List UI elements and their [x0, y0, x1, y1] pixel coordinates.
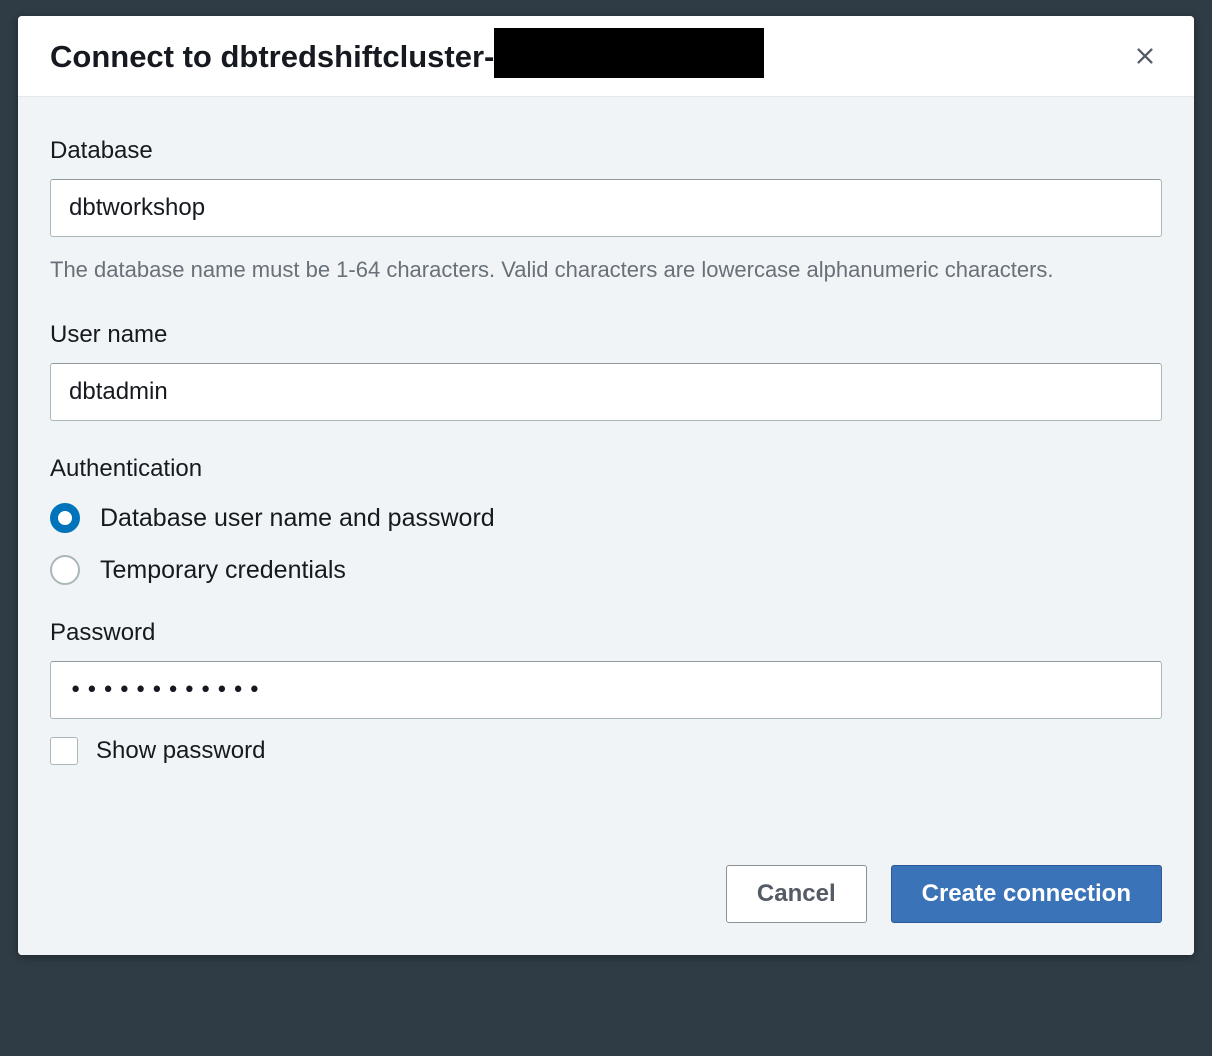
password-label: Password: [50, 619, 1162, 647]
username-label: User name: [50, 321, 1162, 349]
authentication-field-group: Authentication Database user name and pa…: [50, 455, 1162, 585]
password-field-group: Password Show password: [50, 619, 1162, 765]
auth-option-userpass[interactable]: Database user name and password: [50, 503, 1162, 533]
show-password-label: Show password: [96, 737, 265, 765]
connect-modal: Connect to dbtredshiftcluster- Database …: [18, 16, 1194, 955]
modal-backdrop: Connect to dbtredshiftcluster- Database …: [0, 0, 1212, 1056]
modal-footer: Cancel Create connection: [18, 765, 1194, 955]
authentication-label: Authentication: [50, 455, 1162, 483]
show-password-toggle[interactable]: Show password: [50, 737, 1162, 765]
checkbox-unchecked-icon: [50, 737, 78, 765]
auth-option-userpass-label: Database user name and password: [100, 504, 495, 533]
cancel-button[interactable]: Cancel: [726, 865, 867, 923]
authentication-radio-list: Database user name and password Temporar…: [50, 503, 1162, 585]
username-input[interactable]: [50, 363, 1162, 421]
modal-title-wrap: Connect to dbtredshiftcluster-: [50, 36, 764, 78]
database-label: Database: [50, 137, 1162, 165]
modal-body: Database The database name must be 1-64 …: [18, 97, 1194, 765]
radio-selected-icon: [50, 503, 80, 533]
create-connection-button[interactable]: Create connection: [891, 865, 1162, 923]
close-icon: [1134, 45, 1156, 70]
database-field-group: Database The database name must be 1-64 …: [50, 137, 1162, 287]
auth-option-temporary[interactable]: Temporary credentials: [50, 555, 1162, 585]
password-input[interactable]: [50, 661, 1162, 719]
redacted-cluster-suffix: [494, 28, 764, 78]
username-field-group: User name: [50, 321, 1162, 421]
auth-option-temporary-label: Temporary credentials: [100, 556, 346, 585]
database-hint: The database name must be 1-64 character…: [50, 253, 1162, 287]
close-button[interactable]: [1128, 39, 1162, 76]
modal-header: Connect to dbtredshiftcluster-: [18, 16, 1194, 97]
modal-title: Connect to dbtredshiftcluster-: [50, 39, 494, 75]
database-input[interactable]: [50, 179, 1162, 237]
radio-unselected-icon: [50, 555, 80, 585]
